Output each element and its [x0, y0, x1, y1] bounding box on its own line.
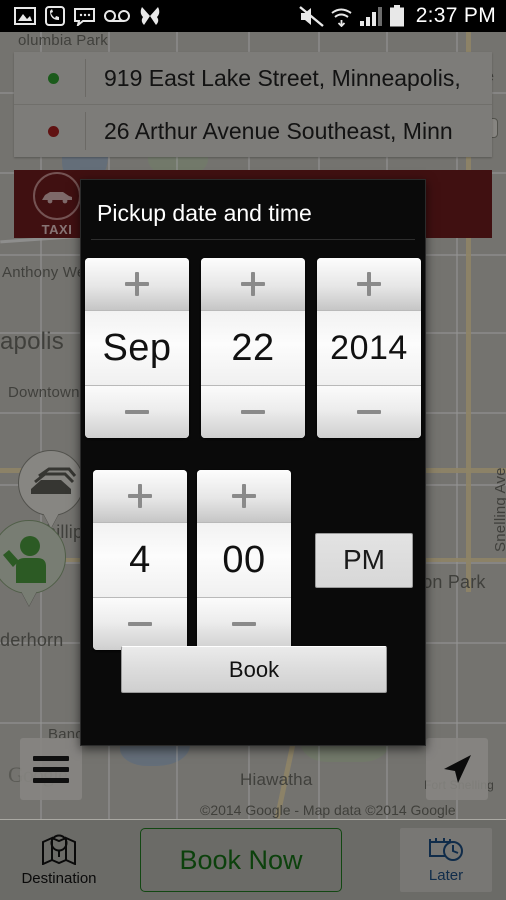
hour-increment-button[interactable]: [93, 470, 187, 522]
destination-label: Destination: [21, 870, 97, 887]
month-value[interactable]: Sep: [85, 310, 189, 386]
day-decrement-button[interactable]: [201, 386, 305, 438]
plus-icon: [231, 483, 257, 509]
status-bar-notifications: [14, 5, 161, 27]
year-increment-button[interactable]: [317, 258, 421, 310]
day-increment-button[interactable]: [201, 258, 305, 310]
phone-screen: olumbia Park Anthony West apolis Downtow…: [0, 0, 506, 900]
volume-muted-icon: [298, 5, 324, 27]
later-button[interactable]: Later: [400, 828, 492, 892]
plus-icon: [356, 271, 382, 297]
later-label: Later: [428, 867, 464, 884]
year-value[interactable]: 2014: [317, 310, 421, 386]
voicemail-icon: [104, 10, 130, 22]
month-decrement-button[interactable]: [85, 386, 189, 438]
pickup-datetime-dialog: Pickup date and time Sep 22 2014 4 00 PM…: [80, 179, 426, 746]
plus-icon: [124, 271, 150, 297]
image-icon: [14, 7, 36, 25]
minus-icon: [231, 611, 257, 637]
month-spinner: Sep: [85, 258, 189, 438]
message-icon: [74, 7, 95, 26]
cellular-signal-icon: [359, 6, 382, 26]
status-bar: 2:37 PM: [0, 0, 506, 32]
phone-voip-icon: [45, 6, 65, 26]
calendar-clock-icon: [429, 838, 463, 861]
hour-spinner: 4: [93, 470, 187, 650]
butterfly-app-icon: [140, 7, 160, 25]
minus-icon: [127, 611, 153, 637]
date-picker-row: Sep 22 2014: [81, 258, 425, 438]
status-bar-indicators: 2:37 PM: [298, 4, 496, 28]
day-value[interactable]: 22: [201, 310, 305, 386]
minute-increment-button[interactable]: [197, 470, 291, 522]
book-button[interactable]: Book: [121, 646, 387, 693]
day-spinner: 22: [201, 258, 305, 438]
minute-decrement-button[interactable]: [197, 598, 291, 650]
dialog-title: Pickup date and time: [97, 200, 312, 226]
destination-button[interactable]: Destination: [0, 820, 118, 900]
hour-decrement-button[interactable]: [93, 598, 187, 650]
plus-icon: [240, 271, 266, 297]
bottom-action-bar: Destination Book Now Later: [0, 819, 506, 900]
wifi-icon: [331, 8, 352, 27]
hour-value[interactable]: 4: [93, 522, 187, 598]
time-picker-row: 4 00 PM: [81, 470, 425, 650]
minus-icon: [240, 399, 266, 425]
status-bar-clock: 2:37 PM: [415, 4, 496, 27]
ampm-toggle-button[interactable]: PM: [315, 532, 413, 588]
minus-icon: [124, 399, 150, 425]
month-increment-button[interactable]: [85, 258, 189, 310]
divider: [91, 239, 415, 240]
year-decrement-button[interactable]: [317, 386, 421, 438]
year-spinner: 2014: [317, 258, 421, 438]
battery-icon: [389, 5, 404, 27]
map-pin-icon: [42, 834, 76, 865]
minus-icon: [356, 399, 382, 425]
minute-value[interactable]: 00: [197, 522, 291, 598]
minute-spinner: 00: [197, 470, 291, 650]
plus-icon: [127, 483, 153, 509]
book-now-button[interactable]: Book Now: [140, 828, 342, 892]
